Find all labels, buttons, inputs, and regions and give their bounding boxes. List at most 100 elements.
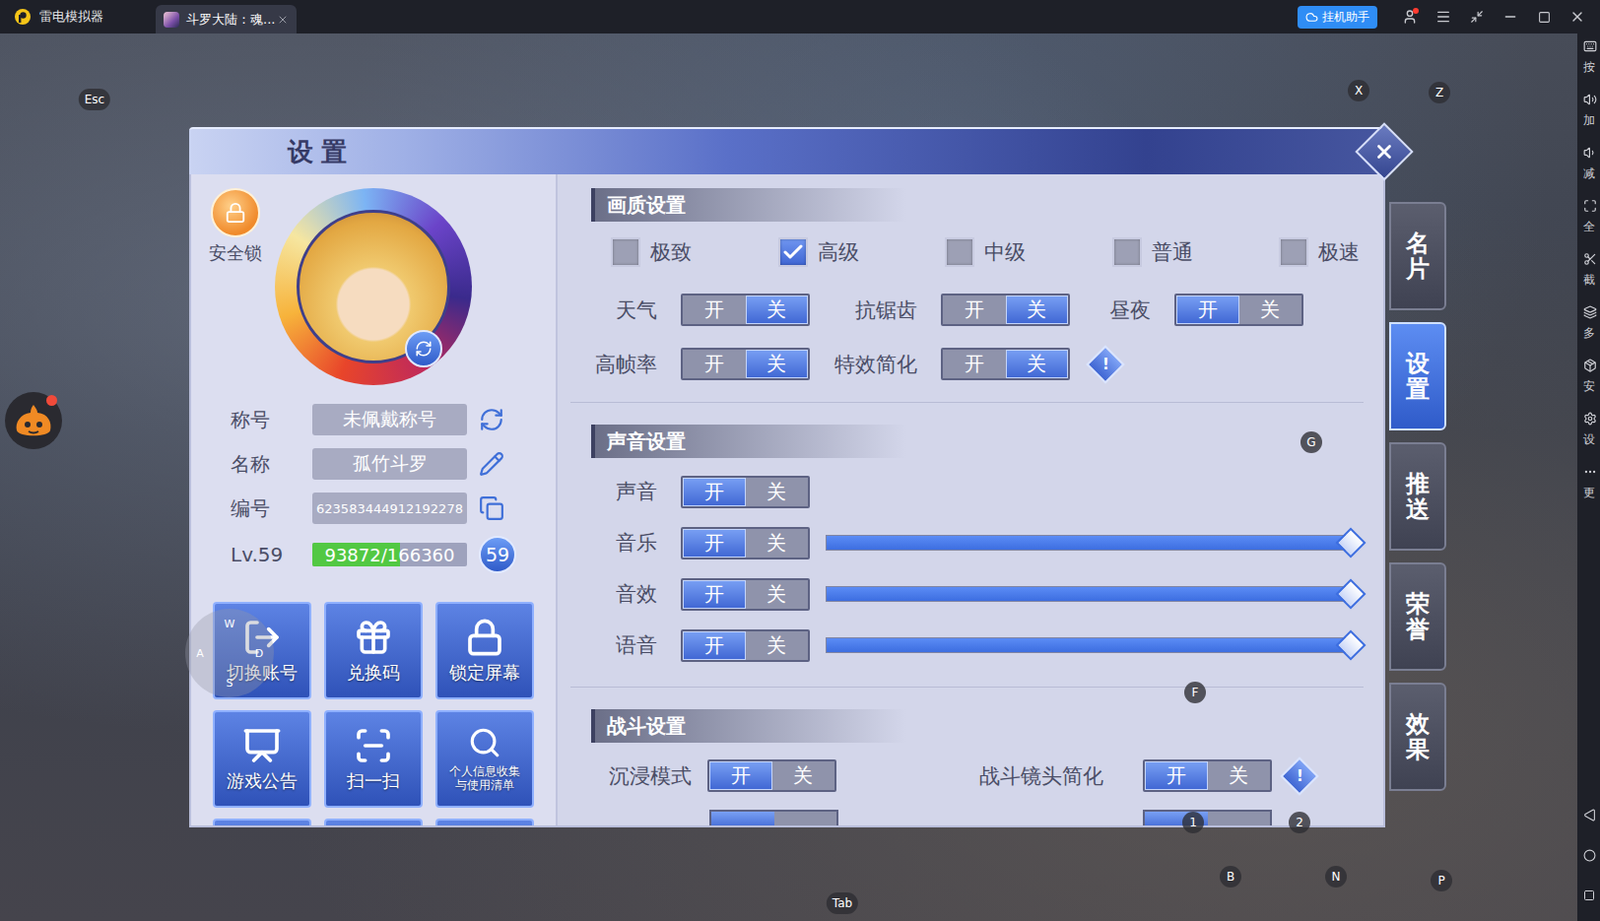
dialog-close-button[interactable] <box>1354 122 1413 181</box>
on-option[interactable]: 开 <box>682 295 746 325</box>
on-option[interactable]: 开 <box>942 295 1006 325</box>
sidebar-item[interactable]: 加 <box>1577 92 1600 146</box>
key-overlay[interactable]: 2 <box>1288 811 1311 834</box>
key-overlay[interactable]: Esc <box>78 88 111 111</box>
off-option[interactable]: 关 <box>745 631 809 661</box>
off-option[interactable]: 关 <box>745 295 809 325</box>
toggle-switch[interactable]: 开关 <box>940 347 1070 381</box>
joystick-keymap[interactable]: WASD <box>185 608 274 698</box>
sidebar-item[interactable]: 截 <box>1577 252 1600 306</box>
cut-button[interactable] <box>435 818 534 828</box>
checkbox[interactable] <box>778 237 808 267</box>
safety-lock[interactable]: 安全锁 <box>208 188 263 266</box>
assistant-button[interactable]: 挂机助手 <box>1297 5 1378 29</box>
info-icon[interactable]: ! <box>1279 756 1320 797</box>
sidebar-item[interactable]: 安 <box>1577 358 1600 412</box>
side-tab[interactable]: 设置 <box>1389 322 1447 431</box>
on-option[interactable]: 开 <box>709 761 773 791</box>
on-option[interactable]: 开 <box>1144 761 1208 791</box>
toggle-switch[interactable]: 开关 <box>1142 759 1272 793</box>
toggle-switch[interactable]: 开关 <box>1174 293 1304 327</box>
quality-option[interactable]: 极致 <box>610 237 692 267</box>
sidebar-item[interactable]: 多 <box>1577 305 1600 359</box>
quality-option[interactable]: 普通 <box>1112 237 1194 267</box>
toggle-switch[interactable]: 开关 <box>680 347 810 381</box>
key-overlay[interactable]: Tab <box>826 892 859 915</box>
sidebar-item[interactable]: 全 <box>1577 199 1600 253</box>
sidebar-item[interactable]: 更 <box>1577 465 1600 519</box>
game-screen[interactable]: 设置安全锁称号未佩戴称号名称孤竹斗罗编号623583444912192278Lv… <box>0 33 1578 921</box>
key-overlay[interactable]: X <box>1347 79 1370 102</box>
side-tab[interactable]: 名片 <box>1389 201 1447 311</box>
toggle-switch[interactable]: 开关 <box>680 578 810 611</box>
on-option[interactable]: 开 <box>1176 295 1240 325</box>
action-button[interactable]: 扫一扫 <box>324 710 423 808</box>
quality-option[interactable]: 极速 <box>1278 237 1360 267</box>
sidebar-item[interactable]: 设 <box>1577 411 1600 466</box>
side-tab[interactable]: 效果 <box>1389 682 1447 792</box>
maximize-button[interactable] <box>1527 0 1561 34</box>
quality-option[interactable]: 高级 <box>778 237 860 267</box>
volume-slider[interactable] <box>825 637 1352 654</box>
off-option[interactable]: 关 <box>1207 761 1271 791</box>
on-option[interactable]: 开 <box>682 349 746 379</box>
toggle-switch[interactable]: 开关 <box>680 475 810 509</box>
toggle-switch[interactable]: 开关 <box>707 759 837 793</box>
on-option[interactable]: 开 <box>942 349 1006 379</box>
home-icon[interactable] <box>1583 849 1597 863</box>
field-action[interactable] <box>478 495 505 522</box>
on-option[interactable]: 开 <box>682 580 746 609</box>
slider-knob[interactable] <box>1334 527 1366 558</box>
action-button[interactable]: 锁定屏幕 <box>435 601 534 700</box>
app-tab[interactable]: 斗罗大陆：魂... <box>155 4 297 34</box>
cut-button[interactable] <box>324 818 423 828</box>
floating-assistant[interactable] <box>4 392 63 450</box>
checkbox[interactable] <box>1278 237 1309 267</box>
key-overlay[interactable]: N <box>1325 866 1347 888</box>
checkbox[interactable] <box>944 237 975 267</box>
on-option[interactable]: 开 <box>682 529 746 558</box>
menu-button[interactable] <box>1426 0 1461 34</box>
toggle-switch[interactable]: 开关 <box>940 293 1070 327</box>
action-button[interactable]: 个人信息收集与使用清单 <box>435 710 534 808</box>
key-overlay[interactable]: F <box>1184 681 1206 704</box>
change-avatar-button[interactable] <box>404 330 443 368</box>
cut-button[interactable] <box>212 818 312 828</box>
checkbox[interactable] <box>1112 237 1142 267</box>
off-option[interactable]: 关 <box>745 477 809 507</box>
field-action[interactable] <box>478 451 505 477</box>
key-overlay[interactable]: G <box>1300 431 1323 454</box>
back-icon[interactable] <box>1583 808 1597 822</box>
toggle-switch[interactable] <box>709 809 839 828</box>
off-option[interactable]: 关 <box>1005 295 1069 325</box>
slider-knob[interactable] <box>1334 629 1366 661</box>
slider-knob[interactable] <box>1334 578 1366 609</box>
close-button[interactable] <box>1560 0 1595 34</box>
side-tab[interactable]: 推送 <box>1389 442 1447 551</box>
off-option[interactable]: 关 <box>1239 295 1303 325</box>
quality-option[interactable]: 中级 <box>944 237 1026 267</box>
sidebar-item[interactable]: 减 <box>1577 145 1600 200</box>
checkbox[interactable] <box>610 237 641 267</box>
on-option[interactable]: 开 <box>682 477 746 507</box>
minimize-button[interactable] <box>1493 0 1528 34</box>
restore-button[interactable] <box>1460 0 1494 34</box>
off-option[interactable]: 关 <box>745 349 809 379</box>
key-overlay[interactable]: Z <box>1428 81 1451 104</box>
key-overlay[interactable]: 1 <box>1182 811 1204 834</box>
toggle-switch[interactable]: 开关 <box>680 293 810 327</box>
toggle-switch[interactable]: 开关 <box>680 527 810 560</box>
toggle-switch[interactable] <box>1142 809 1272 828</box>
off-option[interactable]: 关 <box>772 761 836 791</box>
account-button[interactable] <box>1393 0 1427 34</box>
close-tab-icon[interactable] <box>276 13 289 26</box>
avatar[interactable] <box>274 188 472 386</box>
side-tab[interactable]: 荣誉 <box>1389 562 1447 671</box>
info-icon[interactable]: ! <box>1085 344 1126 385</box>
off-option[interactable]: 关 <box>745 580 809 609</box>
action-button[interactable]: 兑换码 <box>324 601 423 700</box>
field-action[interactable] <box>478 406 505 433</box>
on-option[interactable]: 开 <box>682 631 746 661</box>
volume-slider[interactable] <box>825 534 1352 551</box>
key-overlay[interactable]: P <box>1430 869 1453 892</box>
